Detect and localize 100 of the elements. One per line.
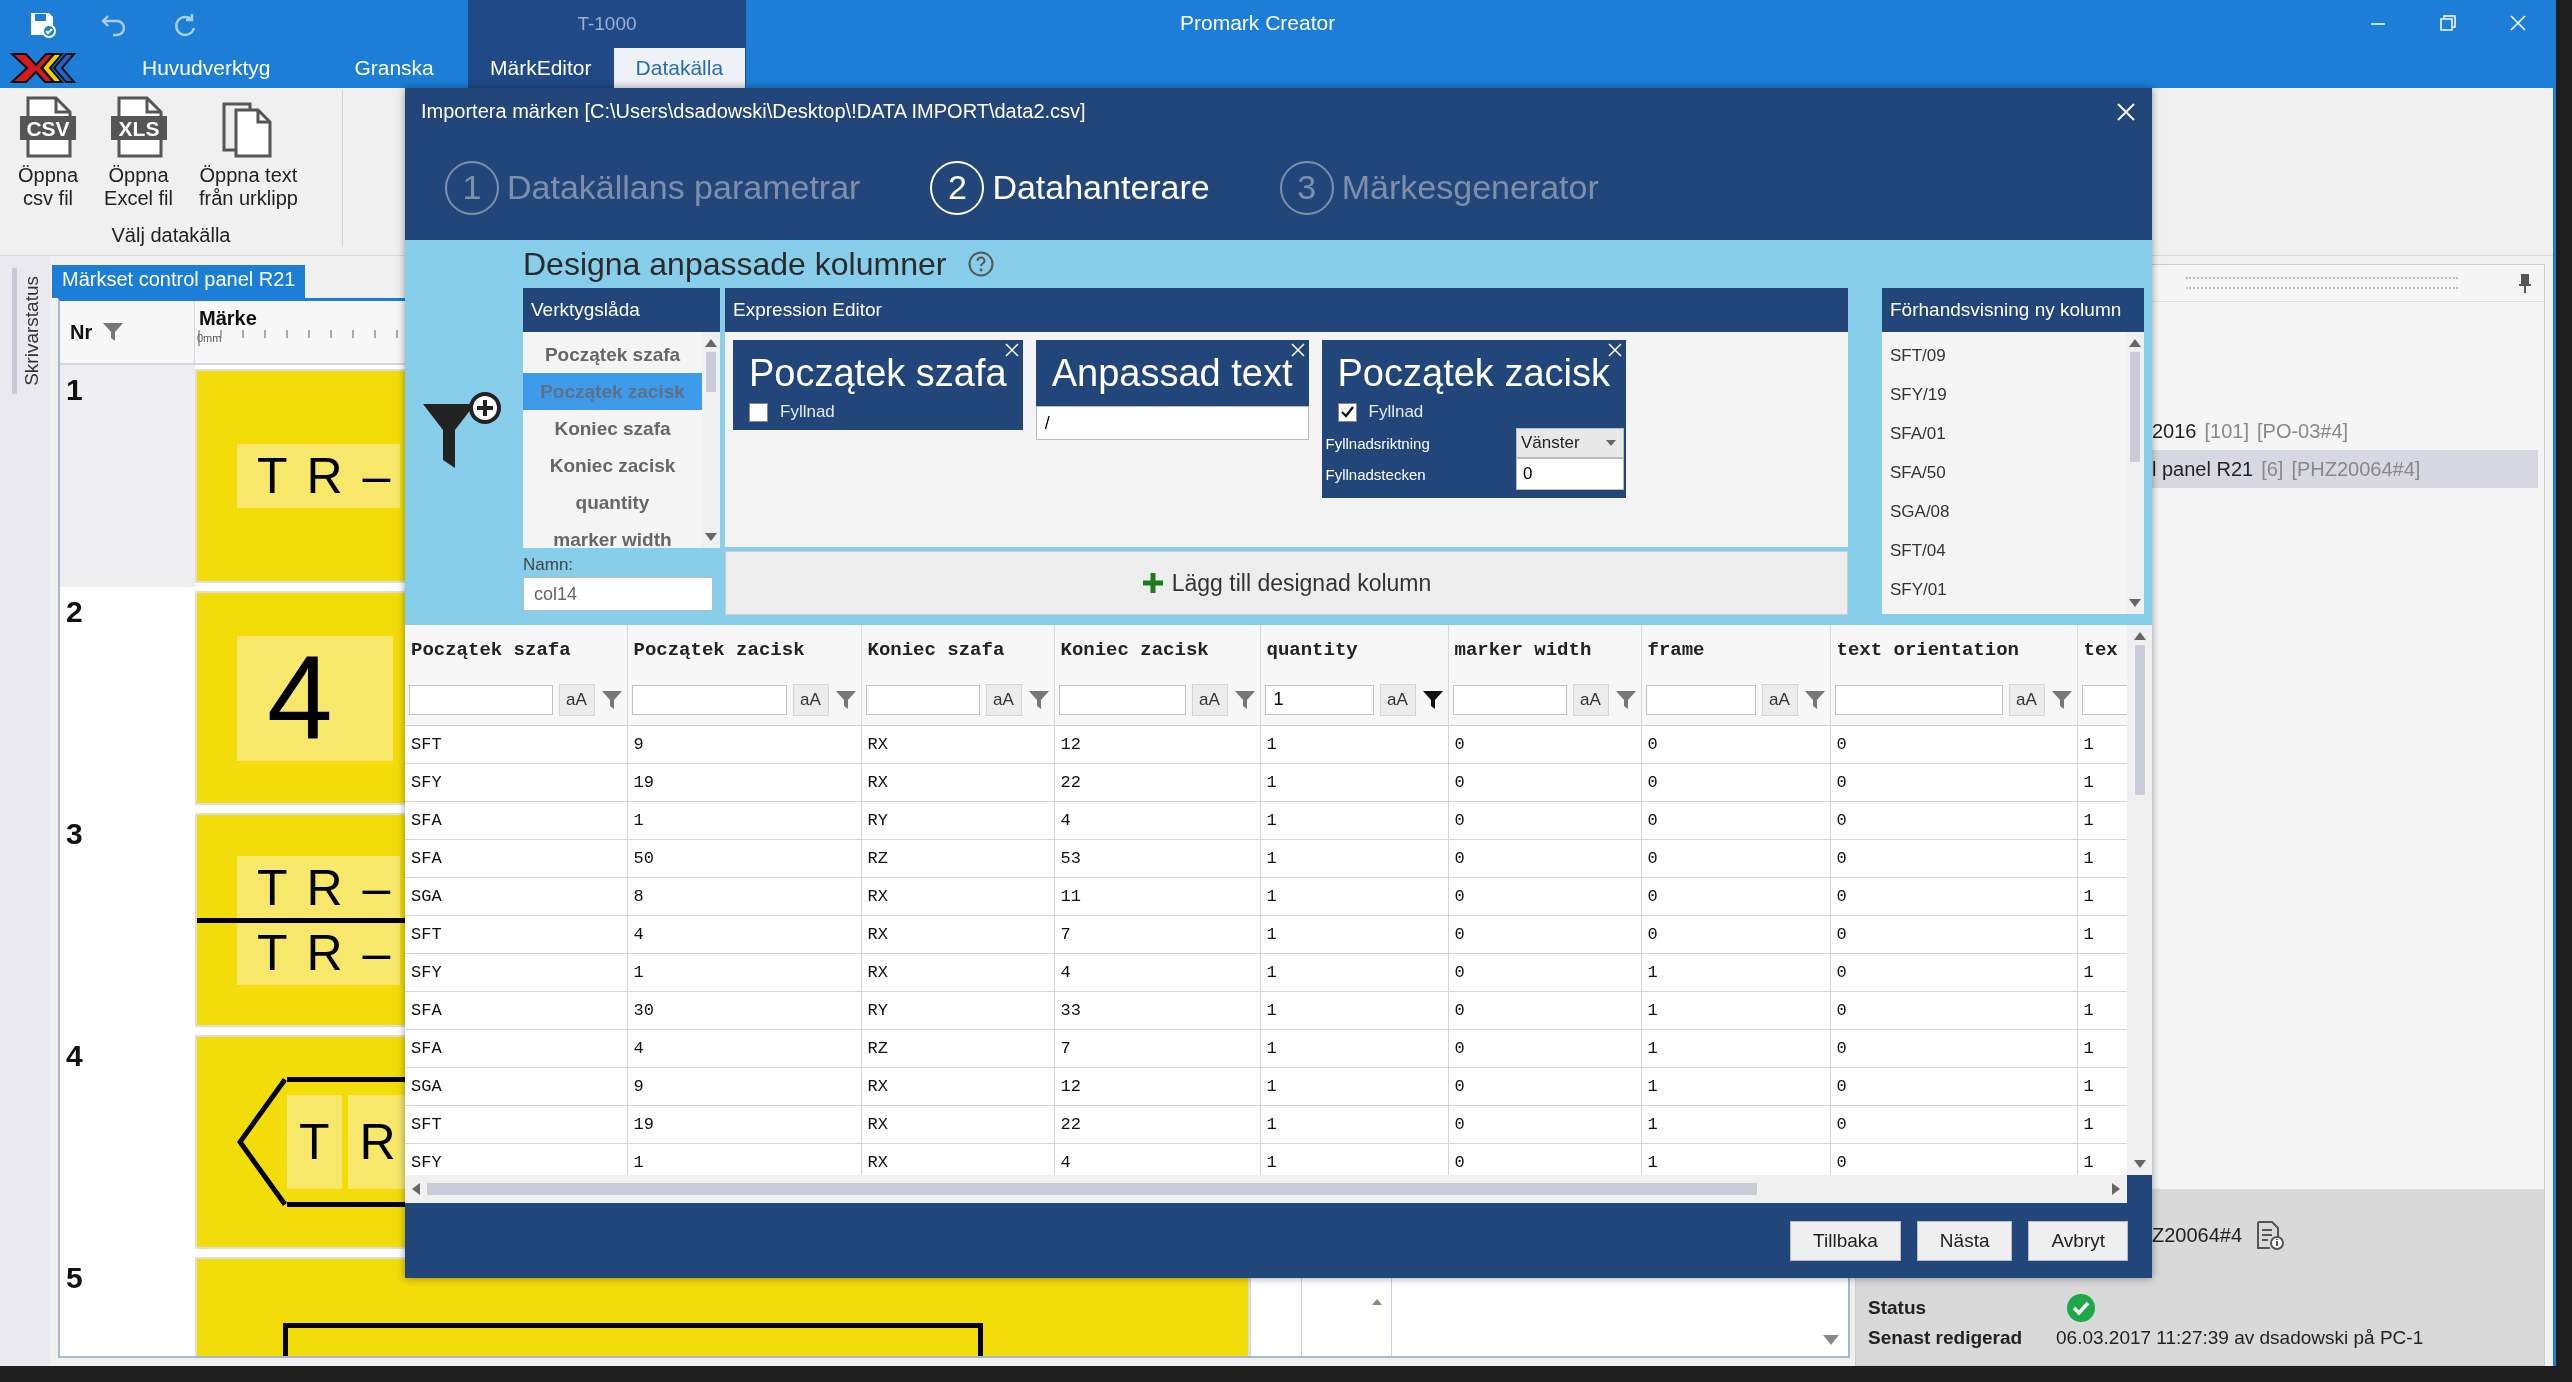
- toolbox-item[interactable]: Koniec szafa: [523, 410, 702, 447]
- case-button[interactable]: aA: [1379, 683, 1416, 716]
- table-cell: 0: [1454, 886, 1465, 906]
- scroll-down-icon[interactable]: [704, 532, 718, 542]
- case-button[interactable]: aA: [1191, 683, 1228, 716]
- case-button[interactable]: aA: [985, 683, 1022, 716]
- next-button[interactable]: Nästa: [1916, 1220, 2013, 1261]
- scroll-thumb[interactable]: [706, 352, 716, 392]
- save-icon[interactable]: [28, 10, 56, 38]
- case-button[interactable]: aA: [558, 683, 595, 716]
- column-header[interactable]: Początek szafa: [411, 639, 571, 661]
- side-tab[interactable]: Skrivarstatus: [12, 268, 47, 394]
- scroll-down-icon[interactable]: [2128, 598, 2142, 608]
- table-cell: 12: [1060, 734, 1081, 754]
- column-header[interactable]: text orientation: [1836, 639, 2019, 661]
- filter-field[interactable]: [631, 684, 787, 715]
- scroll-thumb[interactable]: [427, 1183, 1757, 1195]
- filter-field[interactable]: [1645, 684, 1756, 715]
- case-button[interactable]: aA: [2008, 683, 2045, 716]
- toolbox-item[interactable]: marker width: [523, 521, 702, 548]
- checkbox[interactable]: [1337, 402, 1357, 422]
- drag-handle[interactable]: [2186, 277, 2458, 289]
- input-field[interactable]: /: [1035, 406, 1309, 440]
- toolbox-item[interactable]: Koniec zacisk: [523, 447, 702, 484]
- scroll-up-icon[interactable]: [704, 338, 718, 348]
- column-header[interactable]: Początek zacisk: [633, 639, 805, 661]
- scroll-up-icon[interactable]: [1371, 1298, 1383, 1306]
- table-cell: 19: [633, 772, 654, 792]
- dropdown[interactable]: Vänster: [1515, 428, 1624, 458]
- scrollbar[interactable]: [405, 1175, 2127, 1203]
- ribbon-button[interactable]: CSV Öppna csv fil: [12, 96, 85, 210]
- table-cell: 0: [1647, 772, 1658, 792]
- checkbox[interactable]: [749, 402, 768, 422]
- scroll-up-icon[interactable]: [2128, 338, 2142, 348]
- column-header[interactable]: marker width: [1454, 639, 1592, 661]
- help-icon[interactable]: [968, 251, 995, 277]
- restore-icon[interactable]: [2439, 14, 2457, 32]
- filter-field[interactable]: [865, 684, 980, 715]
- table-cell: SFY: [411, 1152, 442, 1172]
- scroll-down-icon[interactable]: [2132, 1159, 2147, 1169]
- toolbox-item[interactable]: quantity: [523, 484, 702, 521]
- pin-icon[interactable]: [2518, 272, 2532, 294]
- scroll-thumb[interactable]: [2130, 352, 2140, 462]
- table-cell: RX: [867, 962, 888, 982]
- column-header[interactable]: frame: [1647, 639, 1705, 661]
- step-number: 1: [445, 160, 499, 215]
- filter-field[interactable]: [1058, 684, 1186, 715]
- ribbon-button[interactable]: XLS Öppna Excel fil: [98, 96, 179, 210]
- ribbon-tab[interactable]: MärkEditor: [468, 48, 614, 88]
- ribbon-button[interactable]: Öppna text från urklipp: [192, 96, 304, 210]
- close-icon[interactable]: [1290, 343, 1305, 357]
- ribbon-tab[interactable]: Granska: [332, 48, 456, 88]
- scrollbar[interactable]: [2127, 625, 2152, 1175]
- cancel-button[interactable]: Avbryt: [2028, 1220, 2128, 1261]
- filter-field[interactable]: [409, 684, 553, 715]
- close-icon[interactable]: [1607, 343, 1622, 357]
- scrollbar[interactable]: [702, 332, 720, 548]
- column-header[interactable]: Koniec zacisk: [1060, 639, 1209, 661]
- row-number: 1: [60, 365, 195, 587]
- scroll-down-icon[interactable]: [1822, 1334, 1840, 1346]
- table-cell: 9: [633, 734, 644, 754]
- add-column-button[interactable]: Lägg till designad kolumn: [725, 551, 1848, 615]
- case-button[interactable]: aA: [1761, 683, 1798, 716]
- table-cell: 0: [1647, 848, 1658, 868]
- scroll-up-icon[interactable]: [2132, 631, 2147, 641]
- filter-field[interactable]: [1834, 684, 2003, 715]
- scroll-right-icon[interactable]: [2111, 1182, 2121, 1196]
- close-icon[interactable]: [2116, 101, 2136, 122]
- column-header[interactable]: Koniec szafa: [867, 639, 1005, 661]
- table-cell: SFA: [411, 810, 442, 830]
- preview-item: SFA/01: [1889, 423, 1947, 445]
- filter-field[interactable]: 1: [1264, 684, 1374, 715]
- table-cell: SFA: [411, 1000, 442, 1020]
- name-field[interactable]: col14: [523, 577, 713, 611]
- ribbon-tab[interactable]: Datakälla: [613, 48, 746, 88]
- close-icon[interactable]: [2509, 14, 2527, 32]
- toolbox-item[interactable]: Początek szafa: [523, 336, 702, 373]
- column-header[interactable]: tex: [2083, 639, 2118, 661]
- document-tab[interactable]: Märkset control panel R21: [52, 265, 306, 298]
- filter-icon[interactable]: [1421, 688, 1444, 711]
- table-cell: 11: [1060, 886, 1081, 906]
- table-cell: 7: [1060, 1038, 1071, 1058]
- scrollbar[interactable]: [2126, 332, 2144, 614]
- document-info-icon[interactable]: [2256, 1220, 2285, 1250]
- close-icon[interactable]: [1004, 343, 1019, 357]
- column-header[interactable]: quantity: [1266, 639, 1358, 661]
- table-cell: 1: [633, 810, 644, 830]
- checkbox-label: Fyllnad: [1368, 402, 1424, 422]
- input-field[interactable]: 0: [1515, 458, 1624, 490]
- field-value: 06.03.2017 11:27:39 av dsadowski på PC-1: [2055, 1327, 2425, 1349]
- scroll-left-icon[interactable]: [411, 1182, 421, 1196]
- table-cell: 1: [2083, 1152, 2094, 1172]
- case-button[interactable]: aA: [1572, 683, 1609, 716]
- filter-field[interactable]: [1452, 684, 1567, 715]
- scroll-thumb[interactable]: [2134, 645, 2145, 795]
- ribbon-tab[interactable]: Huvudverktyg: [120, 48, 293, 88]
- table-cell: 0: [1836, 1152, 1847, 1172]
- back-button[interactable]: Tillbaka: [1790, 1220, 1901, 1261]
- case-button[interactable]: aA: [792, 683, 829, 716]
- filter-field[interactable]: [2081, 684, 2126, 715]
